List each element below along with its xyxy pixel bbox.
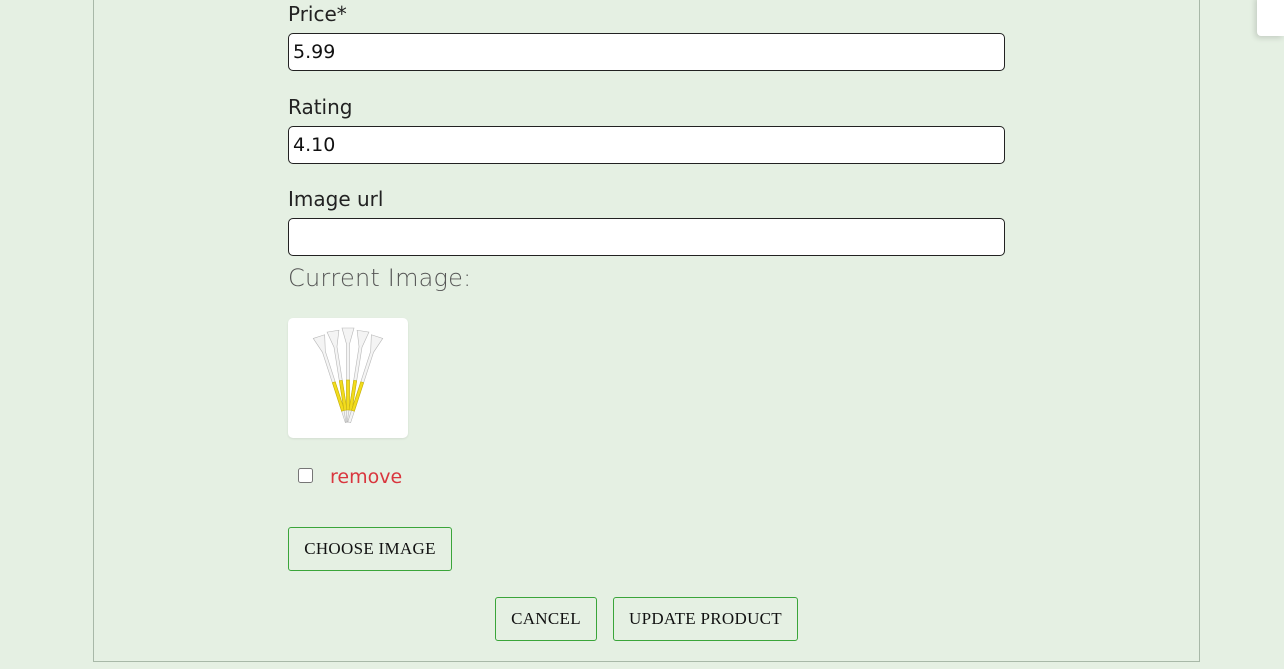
form-panel [93, 0, 1200, 662]
remove-image-checkbox[interactable] [298, 468, 313, 483]
choose-image-button[interactable]: CHOOSE IMAGE [288, 527, 452, 571]
rating-input[interactable] [288, 126, 1005, 164]
update-product-button[interactable]: UPDATE PRODUCT [613, 597, 798, 641]
price-input[interactable] [288, 33, 1005, 71]
cancel-button[interactable]: CANCEL [495, 597, 597, 641]
image-url-label: Image url [288, 187, 384, 211]
current-image-label: Current Image: [288, 264, 472, 292]
remove-image-label[interactable]: remove [330, 466, 402, 488]
golf-tees-image [312, 327, 384, 424]
price-label: Price* [288, 2, 347, 26]
rating-label: Rating [288, 95, 353, 119]
corner-widget[interactable] [1257, 0, 1284, 36]
current-image-thumbnail [288, 318, 408, 438]
image-url-input[interactable] [288, 218, 1005, 256]
